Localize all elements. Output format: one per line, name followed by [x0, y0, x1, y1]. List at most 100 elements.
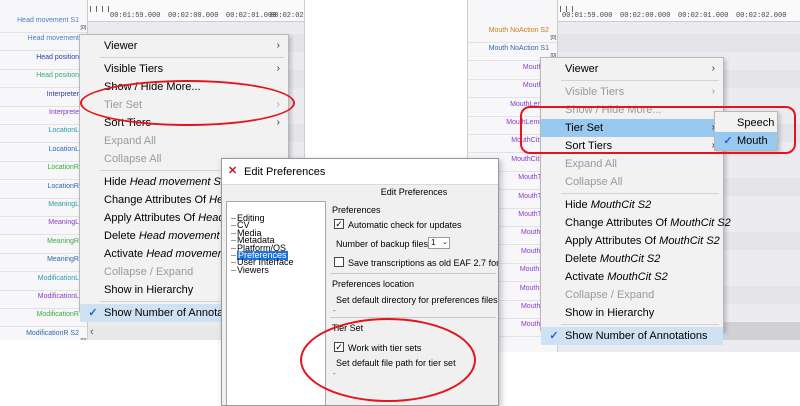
dialog-heading: Edit Preferences — [380, 187, 448, 197]
menu-item-tier-name: MouthCit S2 — [607, 271, 668, 283]
menu-item-label: Sort Tiers — [104, 117, 152, 129]
preferences-section-title: Preferences — [332, 205, 381, 215]
menu-item-label: Hide — [104, 176, 130, 188]
tier-name-label[interactable]: MeaningL — [48, 219, 79, 226]
preferences-location-title: Preferences location — [332, 279, 415, 289]
tier-name-label[interactable]: LocationR — [47, 183, 79, 190]
tier-name-label[interactable]: Head position — [36, 72, 79, 79]
tier-row-divider — [0, 105, 87, 107]
timeline-label: 00:01:59.000 — [110, 12, 161, 20]
tier-name-label[interactable]: Interpreter — [47, 91, 79, 98]
menu-item-label: Change Attributes Of — [565, 217, 671, 229]
menu-item[interactable]: Apply Attributes Of MouthCit S2 — [541, 232, 723, 250]
tier-name-label[interactable]: LocationR — [47, 164, 79, 171]
tier-name-label[interactable]: Mouth NoAction S2 — [489, 27, 549, 34]
menu-item-label: Viewer — [565, 63, 599, 75]
chevron-right-icon: › — [276, 40, 280, 51]
backup-files-select[interactable]: 1 ⌄ — [428, 237, 450, 249]
tier-name-label[interactable]: Mouth NoAction S1 — [489, 45, 549, 52]
menu-item: Tier Set › — [80, 96, 288, 114]
menu-item[interactable]: Viewer › — [541, 60, 723, 78]
tier-name-label[interactable]: MeaningR — [47, 256, 79, 263]
submenu-item-speech[interactable]: Speech — [715, 114, 777, 132]
tierset-path-label[interactable]: Set default file path for tier set — [336, 358, 456, 368]
menu-item[interactable]: Viewer › — [80, 37, 288, 55]
menu-item-label: Collapse All — [104, 153, 162, 165]
tier-name-label[interactable]: Head movement S1 — [17, 17, 79, 24]
timeline-label: 00:02:02.0 — [270, 12, 304, 20]
default-dir-label[interactable]: Set default directory for preferences fi… — [336, 295, 498, 305]
menu-item-tier-name: MouthCit S2 — [599, 253, 661, 265]
tier-name-label[interactable]: ModificationR — [37, 311, 79, 318]
tier-annotation-count: [0] — [80, 338, 86, 340]
tier-name-label[interactable]: Head movement — [28, 35, 79, 42]
chevron-right-icon: › — [711, 63, 715, 74]
tier-row-divider — [0, 32, 87, 33]
old-eaf-label: Save transcriptions as old EAF 2.7 forma… — [348, 258, 499, 268]
menu-item-label: Apply Attributes Of — [565, 235, 660, 247]
auto-update-checkbox[interactable]: ✓ — [334, 219, 344, 229]
dialog-title-bar[interactable]: ✕ Edit Preferences — [222, 159, 498, 185]
right-timeline-ruler[interactable]: 00:01:59.000 00:02:00.000 00:02:01.000 0… — [558, 0, 800, 22]
menu-item: Expand All — [541, 155, 723, 173]
menu-item[interactable]: Show / Hide More... — [80, 78, 288, 96]
tier-row-divider — [0, 326, 87, 328]
menu-item-label: Collapse / Expand — [565, 289, 655, 301]
menu-item-label: Collapse All — [565, 176, 623, 188]
menu-item[interactable]: Sort Tiers› — [541, 137, 723, 155]
tree-connector — [231, 269, 236, 271]
tier-name-label[interactable]: ModificationL — [38, 275, 79, 282]
menu-item-label: Show / Hide More... — [104, 81, 201, 93]
scroll-left-arrow-icon[interactable]: ‹ — [90, 326, 94, 338]
tier-name-label[interactable]: LocationL — [49, 127, 79, 134]
tree-connector — [231, 247, 236, 249]
right-elan-window: Mouth NoAction S2[0]Mouth NoAction S1[0]… — [467, 0, 800, 352]
work-with-tiersets-checkbox[interactable]: ✓ — [334, 342, 344, 352]
edit-preferences-dialog: ✕ Edit Preferences Edit Preferences Edit… — [221, 158, 499, 406]
menu-item: Expand All — [80, 132, 288, 150]
menu-item[interactable]: Tier Set› — [541, 119, 723, 137]
tier-row-divider — [0, 234, 87, 236]
menu-item-label: Viewer — [104, 40, 138, 52]
timeline-label: 00:02:01.000 — [678, 12, 729, 20]
tree-connector — [231, 240, 236, 242]
tier-name-label[interactable]: ModificationR S2 — [26, 330, 79, 337]
menu-item[interactable]: Visible Tiers › — [80, 60, 288, 78]
tier-row-divider — [0, 271, 87, 273]
tier-name-label[interactable]: Interprete — [49, 109, 79, 116]
menu-item-label: Visible Tiers — [565, 86, 625, 98]
menu-item-label: Collapse / Expand — [104, 266, 194, 278]
menu-item[interactable]: Delete MouthCit S2 — [541, 250, 723, 268]
tier-name-label[interactable]: ModificationL — [38, 293, 79, 300]
chevron-down-icon: ⌄ — [442, 239, 448, 246]
menu-item-label: Sort Tiers — [565, 140, 613, 152]
tier-name-label[interactable]: Head position — [36, 54, 79, 61]
menu-item-tier-name: MouthCit S2 — [590, 199, 652, 211]
old-eaf-checkbox[interactable] — [334, 257, 344, 267]
submenu-item-mouth[interactable]: Mouth ✓ — [715, 132, 777, 150]
menu-item-tier-name: MouthCit S2 — [659, 235, 720, 247]
menu-item[interactable]: Show in Hierarchy — [541, 304, 723, 322]
preferences-content-panel: Preferences ✓ Automatic check for update… — [330, 201, 499, 405]
menu-item[interactable]: Activate MouthCit S2 — [541, 268, 723, 286]
menu-separator — [561, 193, 719, 194]
tier-name-label[interactable]: MeaningL — [48, 201, 79, 208]
tree-connector — [231, 262, 236, 264]
menu-item[interactable]: Hide MouthCit S2 — [541, 196, 723, 214]
submenu-item-label: Speech — [737, 117, 775, 129]
menu-item[interactable]: Sort Tiers› — [80, 114, 288, 132]
timeline-label: 00:02:00.000 — [168, 12, 219, 20]
tier-annotation-count: [0] — [550, 35, 556, 41]
tier-name-label[interactable]: MeaningR — [47, 238, 79, 245]
left-timeline-ruler[interactable]: 00:01:59.000 00:02:00.000 00:02:01.000 0… — [88, 0, 304, 22]
tier-row-divider — [0, 197, 87, 199]
menu-item: Collapse / Expand — [541, 286, 723, 304]
menu-item[interactable]: Change Attributes Of MouthCit S2 — [541, 214, 731, 232]
tier-row-divider — [0, 179, 87, 181]
chevron-right-icon: › — [276, 99, 280, 110]
menu-item-label: Show / Hide More... — [565, 104, 662, 116]
tier-name-label[interactable]: LocationL — [49, 146, 79, 153]
elan-logo-icon: ✕ — [228, 165, 238, 177]
tree-item-viewers[interactable]: Viewers — [237, 265, 269, 275]
menu-item[interactable]: Show Number of Annotations ✓ — [541, 327, 723, 345]
